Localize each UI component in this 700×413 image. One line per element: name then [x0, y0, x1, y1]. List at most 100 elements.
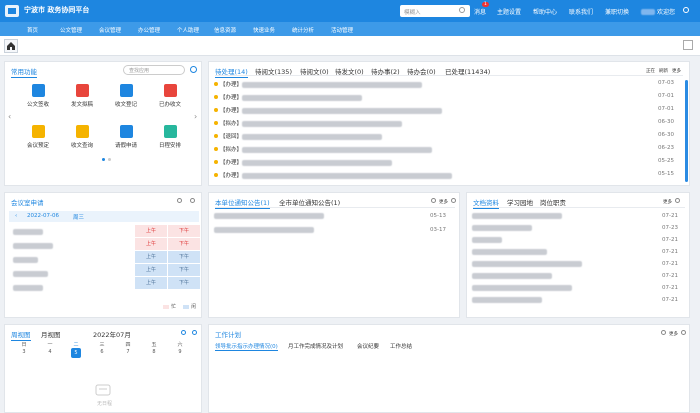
add-event-icon[interactable] [181, 330, 186, 335]
add-icon[interactable] [431, 198, 436, 203]
list-item[interactable]: 07-21 [472, 285, 686, 296]
slot-pm[interactable]: 下午 [168, 277, 200, 289]
filter-link[interactable]: 正在 [646, 68, 655, 74]
slot-am[interactable]: 上午 [135, 238, 167, 250]
page-dot[interactable] [102, 158, 105, 161]
scrollbar[interactable] [685, 80, 688, 182]
menu-home[interactable]: 首页 [27, 26, 38, 34]
prev-day-icon[interactable]: ‹ [15, 213, 17, 219]
slot-pm[interactable]: 下午 [168, 251, 200, 263]
refresh-icon[interactable] [190, 198, 195, 203]
schedule-icon [163, 125, 177, 138]
prev-arrow-icon[interactable]: ‹ [8, 112, 11, 121]
app-search-input[interactable]: 查找应用 [123, 65, 185, 75]
tab-minutes[interactable]: 会议纪要 [357, 342, 379, 350]
slot-am[interactable]: 上午 [135, 264, 167, 276]
app-shortcut[interactable]: 发文拟稿 [63, 84, 101, 108]
list-item[interactable]: 【拟办】 06-30 [214, 119, 682, 130]
tab-study[interactable]: 学习园地 [507, 197, 533, 207]
list-item[interactable]: 07-21 [472, 261, 686, 272]
legend-busy: 忙 [171, 304, 177, 310]
app-title: 宁波市 政务协同平台 [24, 6, 90, 14]
day-cell[interactable]: 6 [95, 349, 109, 355]
calendar-panel: 周视图 月视图 2022年07月 日 一 二 三 四 五 六 3 4 5 6 7… [4, 324, 202, 413]
switch-role-link[interactable]: 兼职切换 [605, 7, 629, 16]
list-item[interactable]: 【办理】 07-03 [214, 80, 682, 91]
tab-instructions[interactable]: 领导批示指示办理情况(0) [215, 342, 278, 351]
list-item[interactable]: 07-23 [472, 225, 686, 236]
legend-free: 闲 [191, 304, 197, 310]
app-shortcut[interactable]: 会议预定 [19, 125, 57, 149]
day-cell[interactable]: 9 [173, 349, 187, 355]
app-shortcut[interactable]: 公文签收 [19, 84, 57, 108]
menu-quick[interactable]: 快速业务 [253, 26, 275, 34]
refresh-icon[interactable] [451, 198, 456, 203]
day-cell-today[interactable]: 5 [71, 348, 81, 358]
day-cell[interactable]: 8 [147, 349, 161, 355]
meeting-date[interactable]: 2022-07-06 [27, 213, 59, 219]
app-shortcut[interactable]: 请假申请 [107, 125, 145, 149]
slot-pm[interactable]: 下午 [168, 264, 200, 276]
refresh-link[interactable]: 刷新 [659, 68, 668, 74]
next-arrow-icon[interactable]: › [194, 112, 197, 121]
user-icon[interactable] [683, 7, 689, 13]
tab-month-view[interactable]: 月视图 [41, 329, 61, 339]
prev-icon[interactable] [192, 330, 197, 335]
refresh-icon[interactable] [681, 330, 686, 335]
slot-pm[interactable]: 下午 [168, 238, 200, 250]
page-dot[interactable] [108, 158, 111, 161]
theme-settings-link[interactable]: 主题设置 [497, 7, 521, 16]
slot-pm[interactable]: 下午 [168, 225, 200, 237]
settings-icon[interactable] [190, 66, 197, 73]
home-button[interactable] [4, 39, 18, 53]
list-item[interactable]: 【退回】 06-30 [214, 132, 682, 143]
app-shortcut[interactable]: 收文登记 [107, 84, 145, 108]
tab-duties[interactable]: 岗位职责 [540, 197, 566, 207]
tab-summary[interactable]: 工作总结 [390, 342, 412, 350]
slot-am[interactable]: 上午 [135, 251, 167, 263]
list-item[interactable]: 07-21 [472, 237, 686, 248]
more-link[interactable]: 更多 [669, 331, 678, 337]
contact-us-link[interactable]: 联系我们 [569, 7, 593, 16]
tab-monthly-plan[interactable]: 月工作完成情况及计划 [288, 342, 343, 350]
menu-stats[interactable]: 统计分析 [292, 26, 314, 34]
messages-link[interactable]: 消息 [474, 7, 486, 16]
layout-icon[interactable] [683, 40, 693, 50]
app-shortcut[interactable]: 日程安排 [151, 125, 189, 149]
search-icon[interactable] [459, 7, 465, 13]
list-item[interactable]: 【办理】 05-15 [214, 171, 682, 182]
add-icon[interactable] [661, 330, 666, 335]
list-item[interactable]: 05-13 [214, 213, 454, 224]
slot-am[interactable]: 上午 [135, 277, 167, 289]
more-link[interactable]: 更多 [672, 68, 681, 74]
list-item[interactable]: 【办理】 07-01 [214, 93, 682, 104]
list-item[interactable]: 【拟办】 06-23 [214, 145, 682, 156]
slot-am[interactable]: 上午 [135, 225, 167, 237]
list-item[interactable]: 【办理】 07-01 [214, 106, 682, 117]
day-cell[interactable]: 7 [121, 349, 135, 355]
day-cell[interactable]: 3 [17, 349, 31, 355]
tab-pending[interactable]: 待处理(14) [215, 66, 248, 78]
list-item[interactable]: 07-21 [472, 273, 686, 284]
day-cell[interactable]: 4 [43, 349, 57, 355]
app-shortcut[interactable]: 已办收文 [151, 84, 189, 108]
menu-resources[interactable]: 信息资源 [214, 26, 236, 34]
list-item[interactable]: 07-21 [472, 297, 686, 308]
tab-week-view[interactable]: 周视图 [11, 329, 31, 341]
tab-city-notice[interactable]: 全市单位通知公告(1) [279, 197, 340, 207]
app-shortcut[interactable]: 收文查询 [63, 125, 101, 149]
list-item[interactable]: 【办理】 05-25 [214, 158, 682, 169]
menu-meetings[interactable]: 会议管理 [99, 26, 121, 34]
menu-assistant[interactable]: 个人助理 [177, 26, 199, 34]
add-icon[interactable] [177, 198, 182, 203]
list-item[interactable]: 03-17 [214, 227, 454, 238]
help-center-link[interactable]: 帮助中心 [533, 7, 557, 16]
list-item[interactable]: 07-21 [472, 213, 686, 224]
refresh-icon[interactable] [675, 198, 680, 203]
list-item[interactable]: 07-21 [472, 249, 686, 260]
menu-documents[interactable]: 公文管理 [60, 26, 82, 34]
menu-office[interactable]: 办公管理 [138, 26, 160, 34]
more-link[interactable]: 更多 [663, 199, 672, 205]
more-link[interactable]: 更多 [439, 199, 448, 205]
menu-activities[interactable]: 活动管理 [331, 26, 353, 34]
